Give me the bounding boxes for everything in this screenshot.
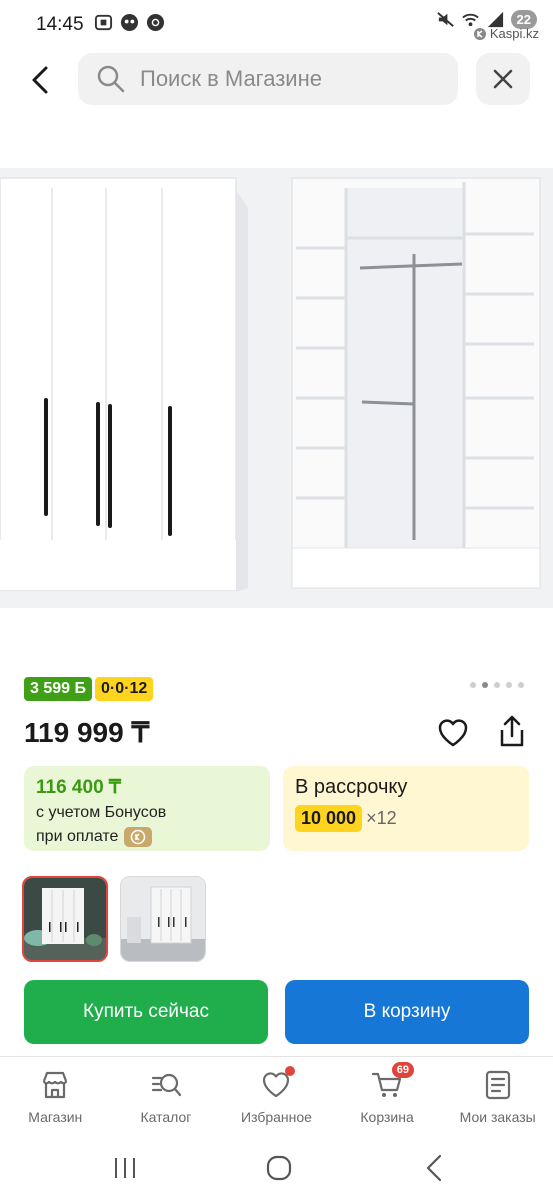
nav-item-store[interactable]: Магазин (0, 1057, 111, 1134)
thumbnail-2[interactable] (120, 876, 206, 962)
catalog-search-icon (151, 1073, 181, 1097)
thumbnail-1[interactable] (22, 876, 108, 962)
app-tag: Kaspi.kz (473, 26, 539, 41)
nav-label-store: Магазин (28, 1109, 83, 1125)
payment-note-label: при оплате (36, 828, 119, 845)
mute-icon (436, 12, 454, 27)
nav-label-catalog: Каталог (140, 1109, 192, 1125)
bottom-navigation: Магазин Каталог Избранное 69 Корзина Мои… (0, 1056, 553, 1134)
installment-card[interactable]: В рассрочку 10 000 ×12 (283, 766, 529, 851)
wardrobe-image (0, 168, 553, 608)
favorites-notification-dot (285, 1066, 296, 1076)
installment-amount: 10 000 (295, 805, 363, 832)
installment-label: В рассрочку (295, 776, 408, 798)
product-badges: 3 599 Б 0·0·12 (24, 677, 154, 701)
close-button[interactable] (476, 53, 530, 105)
search-input[interactable]: Поиск в Магазине (78, 53, 458, 105)
nav-item-favorites[interactable]: Избранное (221, 1057, 332, 1134)
carousel-dot[interactable] (494, 682, 500, 688)
buy-now-button[interactable]: Купить сейчас (24, 980, 268, 1044)
system-navigation-bar (0, 1140, 553, 1200)
recent-apps-icon[interactable] (112, 1156, 138, 1180)
thumbnail-image (121, 877, 205, 961)
store-icon (43, 1071, 68, 1099)
alien-icon (120, 13, 139, 32)
back-arrow-icon[interactable] (26, 64, 58, 96)
bonus-badge: 3 599 Б (24, 677, 92, 701)
carousel-dot[interactable] (518, 682, 524, 688)
search-icon (97, 65, 125, 93)
chrome-icon (146, 13, 165, 32)
carousel-dot[interactable] (470, 682, 476, 688)
installment-badge: 0·0·12 (94, 677, 154, 701)
image-carousel-dots (470, 682, 524, 688)
payment-note: при оплате (36, 827, 258, 847)
system-back-icon[interactable] (424, 1154, 444, 1182)
nav-item-catalog[interactable]: Каталог (111, 1057, 222, 1134)
status-time: 14:45 (36, 14, 84, 35)
bonus-price-card[interactable]: 116 400 ₸ с учетом Бонусов при оплате (24, 766, 270, 851)
kaspi-pay-icon (124, 827, 153, 847)
cart-count-badge: 69 (391, 1062, 415, 1078)
orders-icon (485, 1070, 510, 1100)
installment-months: ×12 (366, 808, 397, 828)
favorite-heart-icon[interactable] (436, 716, 470, 750)
nav-item-cart[interactable]: 69 Корзина (332, 1057, 443, 1134)
nav-label-favorites: Избранное (241, 1109, 312, 1125)
share-icon[interactable] (495, 714, 529, 750)
kaspi-logo-icon (473, 27, 486, 40)
notification-icons (94, 13, 165, 32)
screenshot-icon (94, 14, 113, 31)
installment-row: 10 000 ×12 (295, 805, 517, 832)
bonus-note: с учетом Бонусов (36, 804, 167, 821)
carousel-dot[interactable] (506, 682, 512, 688)
nav-label-orders: Мои заказы (459, 1109, 536, 1125)
add-to-cart-button[interactable]: В корзину (285, 980, 529, 1044)
status-bar: 14:45 22 Kaspi.kz (0, 0, 553, 48)
product-image[interactable] (0, 168, 553, 608)
thumbnail-image (24, 878, 106, 960)
nav-item-orders[interactable]: Мои заказы (442, 1057, 553, 1134)
close-icon (493, 69, 513, 89)
carousel-dot[interactable] (482, 682, 488, 688)
bonus-price: 116 400 ₸ (36, 777, 121, 798)
product-price: 119 999 ₸ (24, 717, 150, 748)
app-tag-label: Kaspi.kz (489, 26, 539, 41)
home-icon[interactable] (266, 1155, 292, 1181)
search-placeholder: Поиск в Магазине (140, 66, 322, 91)
nav-label-cart: Корзина (360, 1109, 414, 1125)
search-header: Поиск в Магазине (0, 52, 553, 108)
